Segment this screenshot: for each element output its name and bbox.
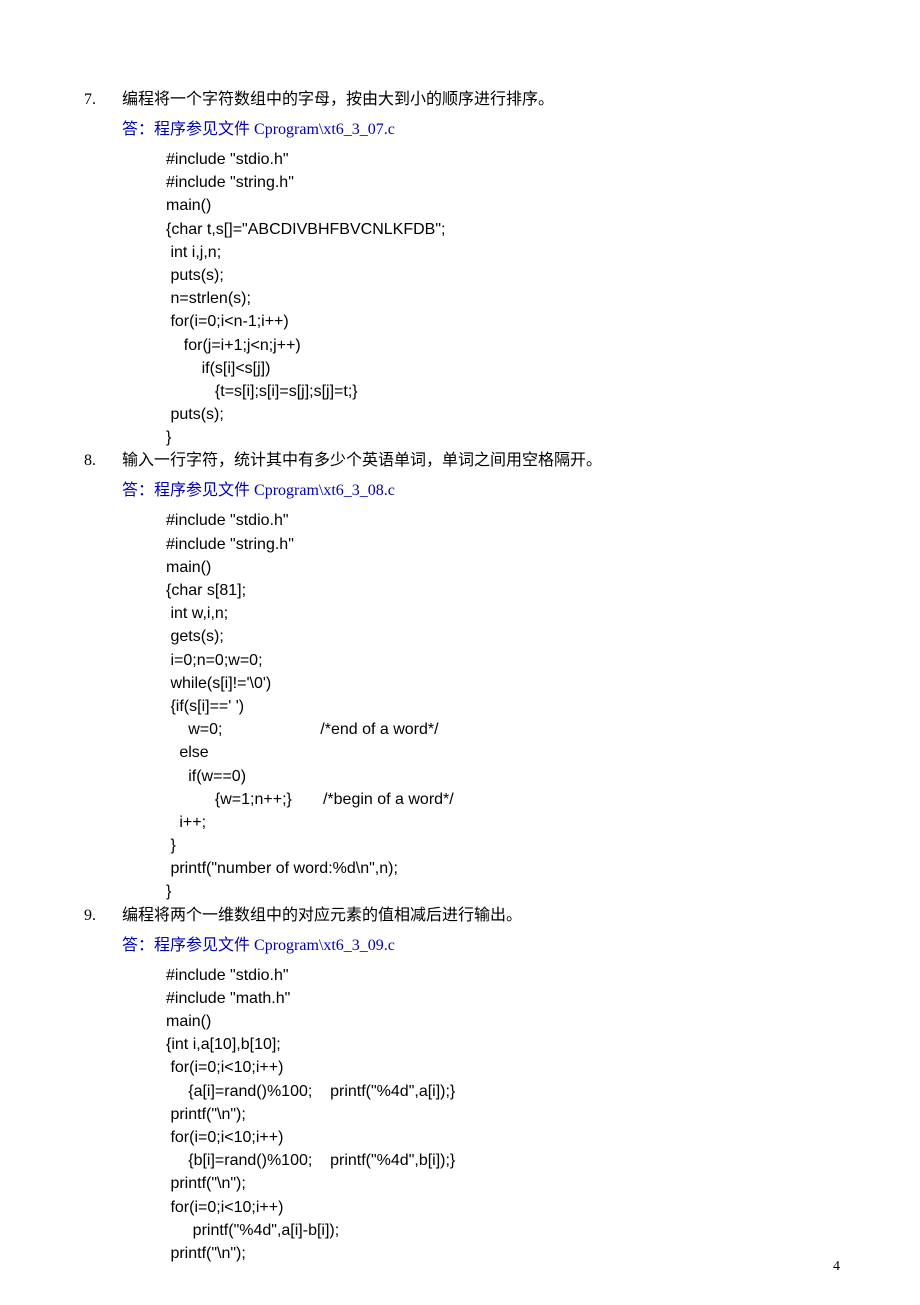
document-page: 7. 编程将一个字符数组中的字母，按由大到小的顺序进行排序。 答：程序参见文件 …	[0, 0, 920, 1305]
question-item: 7. 编程将一个字符数组中的字母，按由大到小的顺序进行排序。 答：程序参见文件 …	[80, 88, 840, 449]
page-number: 4	[833, 1256, 840, 1277]
question-text: 编程将一个字符数组中的字母，按由大到小的顺序进行排序。	[122, 88, 840, 112]
question-number: 7.	[80, 88, 122, 112]
question-text: 输入一行字符，统计其中有多少个英语单词，单词之间用空格隔开。	[122, 449, 840, 473]
code-block: #include "stdio.h" #include "string.h" m…	[166, 148, 840, 449]
answer-line: 答：程序参见文件 Cprogram\xt6_3_07.c	[122, 118, 840, 142]
question-body: 输入一行字符，统计其中有多少个英语单词，单词之间用空格隔开。 答：程序参见文件 …	[122, 449, 840, 903]
question-number: 9.	[80, 904, 122, 928]
question-body: 编程将两个一维数组中的对应元素的值相减后进行输出。 答：程序参见文件 Cprog…	[122, 904, 840, 1265]
question-item: 9. 编程将两个一维数组中的对应元素的值相减后进行输出。 答：程序参见文件 Cp…	[80, 904, 840, 1265]
answer-prefix: 答：程序参见文件	[122, 121, 254, 138]
answer-file: Cprogram\xt6_3_08.c	[254, 482, 395, 499]
answer-file: Cprogram\xt6_3_09.c	[254, 937, 395, 954]
question-item: 8. 输入一行字符，统计其中有多少个英语单词，单词之间用空格隔开。 答：程序参见…	[80, 449, 840, 903]
answer-prefix: 答：程序参见文件	[122, 937, 254, 954]
answer-line: 答：程序参见文件 Cprogram\xt6_3_08.c	[122, 479, 840, 503]
code-block: #include "stdio.h" #include "string.h" m…	[166, 509, 840, 903]
question-body: 编程将一个字符数组中的字母，按由大到小的顺序进行排序。 答：程序参见文件 Cpr…	[122, 88, 840, 449]
question-text: 编程将两个一维数组中的对应元素的值相减后进行输出。	[122, 904, 840, 928]
answer-line: 答：程序参见文件 Cprogram\xt6_3_09.c	[122, 934, 840, 958]
answer-file: Cprogram\xt6_3_07.c	[254, 121, 395, 138]
question-number: 8.	[80, 449, 122, 473]
answer-prefix: 答：程序参见文件	[122, 482, 254, 499]
code-block: #include "stdio.h" #include "math.h" mai…	[166, 964, 840, 1265]
